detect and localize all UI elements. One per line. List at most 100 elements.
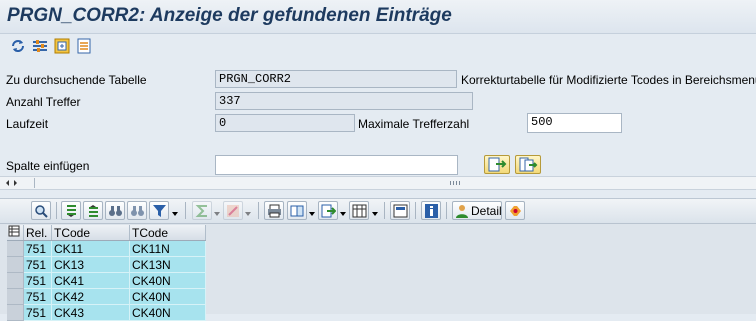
- cell-rel[interactable]: 751: [23, 272, 52, 289]
- splitter-handle[interactable]: [450, 181, 462, 185]
- insert-all-columns-button[interactable]: [515, 155, 541, 174]
- runtime-label: Laufzeit: [6, 117, 49, 131]
- binoculars-icon: [109, 206, 122, 216]
- sort-asc-icon: [67, 205, 76, 217]
- help-icon: [510, 206, 521, 216]
- detail-label: Detail: [471, 204, 502, 218]
- row-selector[interactable]: [7, 288, 24, 305]
- application-toolbar: [0, 34, 756, 60]
- info-button[interactable]: [421, 201, 441, 220]
- printer-icon: [268, 204, 281, 218]
- page-title: PRGN_CORR2: Anzeige der gefundenen Eintr…: [7, 5, 452, 26]
- scroll-arrows-icon[interactable]: [4, 177, 28, 189]
- views-dropdown-icon[interactable]: [309, 212, 315, 216]
- select-all-header[interactable]: [7, 225, 24, 241]
- cell-tcode[interactable]: CK13: [51, 256, 130, 273]
- subtotal-dropdown-icon[interactable]: [245, 212, 251, 216]
- toolbar-separator: [185, 202, 186, 219]
- table-row[interactable]: 751 CK11 CK11N: [7, 240, 206, 257]
- scrollbar-divider: [34, 178, 35, 188]
- row-selector[interactable]: [7, 272, 24, 289]
- filter-dropdown-icon[interactable]: [172, 212, 178, 216]
- export-icon[interactable]: [54, 38, 70, 54]
- layout-icon: [352, 204, 367, 218]
- hits-label: Anzahl Treffer: [6, 95, 81, 109]
- find-button[interactable]: [105, 201, 125, 220]
- table-row[interactable]: 751 CK41 CK40N: [7, 272, 206, 289]
- binoculars-next-icon: [131, 206, 144, 216]
- export-button[interactable]: [318, 201, 338, 220]
- subtotal-button[interactable]: [223, 201, 243, 220]
- sort-descending-button[interactable]: [83, 201, 103, 220]
- print-button[interactable]: [264, 201, 284, 220]
- export-list-icon: [321, 204, 336, 218]
- result-grid: Detail Rel. TCode TCode 751 CK11 CK11N 7…: [0, 198, 756, 321]
- row-selector[interactable]: [7, 240, 24, 257]
- insert-all-icon: [519, 157, 538, 172]
- cell-tcode-2[interactable]: CK40N: [129, 288, 206, 305]
- insert-column-label: Spalte einfügen: [6, 159, 90, 173]
- horizontal-scrollbar[interactable]: [0, 176, 756, 190]
- grid-toolbar: Detail: [0, 199, 756, 224]
- toolbar-separator: [446, 202, 447, 219]
- views-button[interactable]: [287, 201, 307, 220]
- export-dropdown-icon[interactable]: [340, 212, 346, 216]
- column-graph-icon: [393, 204, 408, 218]
- title-bar: PRGN_CORR2: Anzeige der gefundenen Eintr…: [0, 0, 756, 34]
- grid-details-button[interactable]: [31, 201, 51, 220]
- cell-tcode-2[interactable]: CK11N: [129, 240, 206, 257]
- insert-column-field[interactable]: [215, 155, 458, 175]
- info-icon: [425, 204, 438, 218]
- table-row[interactable]: 751 CK42 CK40N: [7, 288, 206, 305]
- insert-column-icon: [488, 157, 507, 172]
- sort-ascending-button[interactable]: [61, 201, 81, 220]
- list-icon[interactable]: [76, 38, 92, 54]
- maxhits-label: Maximale Trefferzahl: [358, 117, 470, 131]
- toolbar-separator: [56, 202, 57, 219]
- views-icon: [290, 205, 304, 217]
- column-header-rel[interactable]: Rel.: [23, 225, 52, 241]
- cell-tcode[interactable]: CK11: [51, 240, 130, 257]
- column-header-tcode-2[interactable]: TCode: [129, 225, 206, 241]
- toolbar-separator: [258, 202, 259, 219]
- table-description: Korrekturtabelle für Modifizierte Tcodes…: [461, 73, 756, 87]
- cell-tcode[interactable]: CK42: [51, 288, 130, 305]
- table-row[interactable]: 751 CK13 CK13N: [7, 256, 206, 273]
- subtotal-icon: [227, 205, 239, 217]
- sum-icon: [195, 205, 207, 217]
- cell-tcode-2[interactable]: CK40N: [129, 272, 206, 289]
- insert-column-button[interactable]: [484, 155, 510, 174]
- sum-button[interactable]: [192, 201, 212, 220]
- result-table: Rel. TCode TCode 751 CK11 CK11N 751 CK13…: [7, 225, 206, 321]
- cell-rel[interactable]: 751: [23, 240, 52, 257]
- runtime-field: 0: [215, 114, 355, 132]
- detail-button[interactable]: Detail: [452, 201, 502, 220]
- refresh-icon[interactable]: [10, 38, 26, 54]
- table-header-row: Rel. TCode TCode: [7, 225, 206, 241]
- select-all-icon: [8, 225, 20, 237]
- filter-icon: [153, 205, 166, 217]
- toolbar-separator: [384, 202, 385, 219]
- help-button[interactable]: [505, 201, 525, 220]
- column-header-tcode[interactable]: TCode: [51, 225, 130, 241]
- layout-dropdown-icon[interactable]: [372, 212, 378, 216]
- cell-tcode-2[interactable]: CK13N: [129, 256, 206, 273]
- settings-icon[interactable]: [32, 38, 48, 54]
- magnifier-icon: [35, 205, 48, 218]
- cell-rel[interactable]: 751: [23, 288, 52, 305]
- table-label: Zu durchsuchende Tabelle: [6, 73, 147, 87]
- sort-desc-icon: [89, 205, 98, 217]
- filter-button[interactable]: [149, 201, 169, 220]
- table-field: PRGN_CORR2: [215, 70, 457, 88]
- person-icon: [456, 205, 468, 218]
- find-next-button[interactable]: [127, 201, 147, 220]
- maxhits-field[interactable]: 500: [527, 113, 622, 133]
- sum-dropdown-icon[interactable]: [214, 212, 220, 216]
- graphic-button[interactable]: [390, 201, 410, 220]
- layout-button[interactable]: [349, 201, 369, 220]
- row-selector[interactable]: [7, 256, 24, 273]
- hits-field: 337: [215, 92, 473, 110]
- cell-rel[interactable]: 751: [23, 256, 52, 273]
- toolbar-separator: [415, 202, 416, 219]
- cell-tcode[interactable]: CK41: [51, 272, 130, 289]
